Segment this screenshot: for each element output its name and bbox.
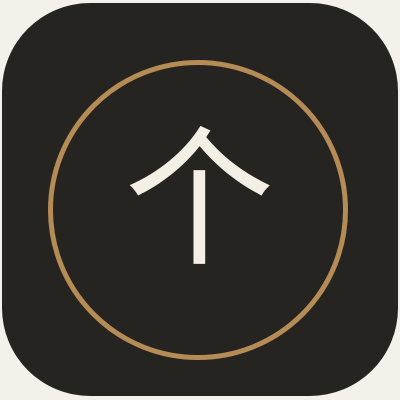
app-icon-canvas: 个 [0, 0, 400, 400]
app-icon-tile[interactable]: 个 [2, 3, 398, 396]
chinese-character-glyph: 个 [124, 113, 275, 288]
